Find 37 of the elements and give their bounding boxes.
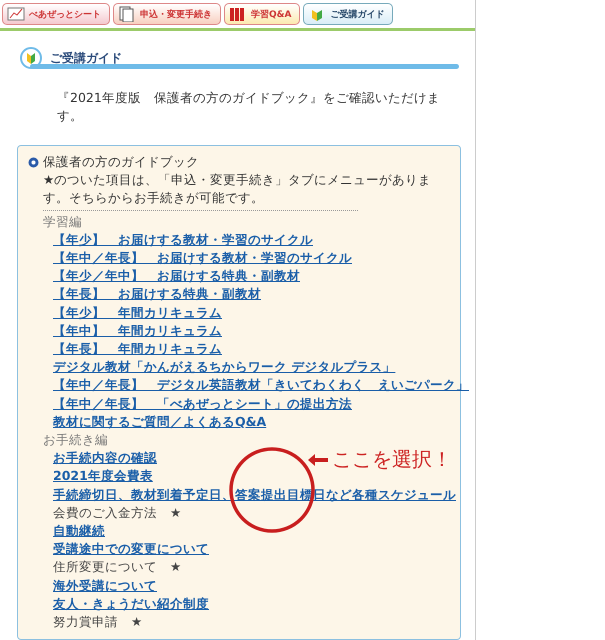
guide-link[interactable]: 受講途中での変更について xyxy=(53,540,209,558)
nav-tab[interactable]: ご受講ガイド xyxy=(303,3,394,25)
guide-link[interactable]: 自動継続 xyxy=(53,522,105,540)
guide-link[interactable]: 2021年度会費表 xyxy=(53,467,153,486)
guide-link[interactable]: 【年少】 お届けする教材・学習のサイクル xyxy=(53,230,313,250)
section-heading: 学習編 xyxy=(43,212,83,231)
guide-link[interactable]: 【年少】 年間カリキュラム xyxy=(53,304,222,322)
nav-tab[interactable]: べあぜっとシート xyxy=(2,3,110,25)
annotation-text: ここを選択！ xyxy=(332,446,452,473)
guide-link[interactable]: 【年長】 年間カリキュラム xyxy=(53,340,222,358)
guide-link[interactable]: 【年中／年長】 お届けする教材・学習のサイクル xyxy=(53,249,352,268)
arrow-icon xyxy=(308,454,328,466)
intro-text: 『2021年度版 保護者の方のガイドブック』をご確認いただけます。 xyxy=(57,89,441,125)
guide-link[interactable]: 【年中】 年間カリキュラム xyxy=(53,322,222,340)
guide-link[interactable]: 【年長】 お届けする特典・副教材 xyxy=(53,285,261,304)
nav-tab[interactable]: 学習Q&A xyxy=(224,3,300,25)
nav-tab[interactable]: 申込・変更手続き xyxy=(113,3,221,25)
leaf-icon xyxy=(20,47,42,69)
guide-item: 住所変更について ★ xyxy=(53,558,182,576)
guide-link[interactable]: 【年中／年長】 「べあぜっとシート」の提出方法 xyxy=(53,394,352,413)
guide-link[interactable]: お手続内容の確認 xyxy=(53,449,157,468)
books-icon xyxy=(229,6,247,22)
guide-link[interactable]: 友人・きょうだい紹介制度 xyxy=(53,594,209,614)
guide-link[interactable]: 【年少／年中】 お届けする特典・副教材 xyxy=(53,267,300,286)
guide-note: ★のついた項目は、「申込・変更手続き」タブにメニューがあります。そちらからお手続きが可能です。 xyxy=(43,171,432,208)
document-icon xyxy=(118,6,136,22)
page-title: ご受講ガイド xyxy=(50,50,122,66)
guide-item: 努力賞申請 ★ xyxy=(53,613,142,632)
section-heading: お手続き編 xyxy=(43,431,109,450)
guide-link[interactable]: 海外受講について xyxy=(53,576,157,595)
guide-item: 会費のご入金方法 ★ xyxy=(53,504,182,522)
guide-link[interactable]: 教材に関するご質問／よくあるQ&A xyxy=(53,412,266,432)
guide-link[interactable]: 【年中／年長】 デジタル英語教材「きいてわくわく えいごパーク」 xyxy=(53,376,469,395)
guide-title: 保護者の方のガイドブック xyxy=(43,153,199,171)
chart-icon xyxy=(7,6,25,22)
bullet-icon xyxy=(28,156,39,168)
guide-link[interactable]: デジタル教材「かんがえるちからワーク デジタルプラス」 xyxy=(53,358,396,376)
